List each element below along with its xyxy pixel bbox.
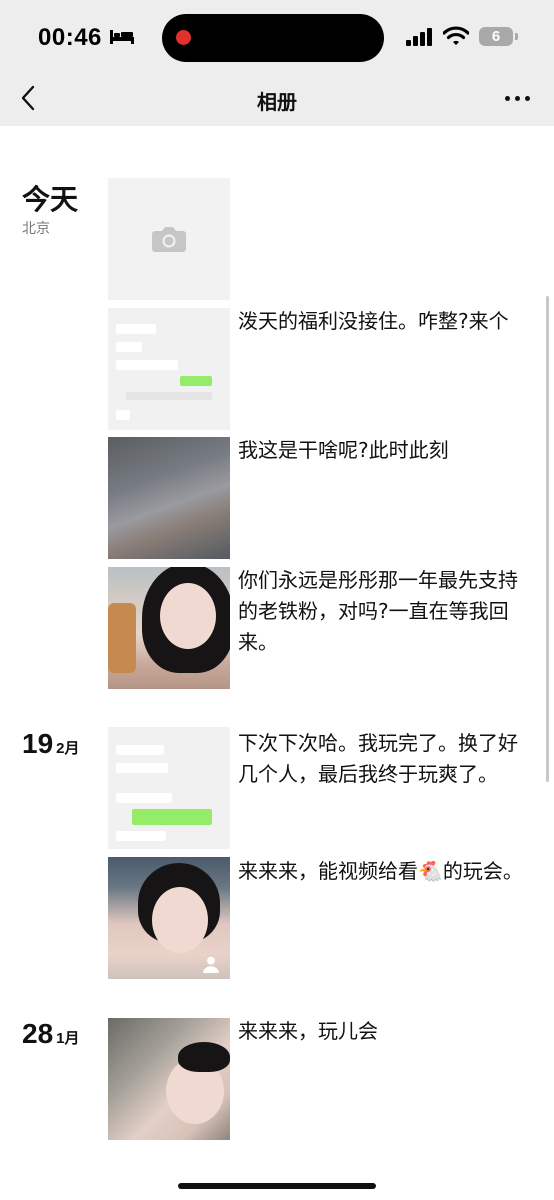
battery-icon: 6	[479, 27, 513, 46]
home-indicator[interactable]	[178, 1183, 376, 1189]
recording-dot-icon	[176, 30, 191, 45]
post-thumbnail-chat-1[interactable]	[108, 308, 230, 430]
date-label-feb-19: 19 2月	[22, 728, 80, 759]
post-thumbnail-camera[interactable]	[108, 178, 230, 300]
status-time: 00:46	[38, 24, 102, 51]
post-thumbnail-selfie-3[interactable]	[108, 1018, 230, 1140]
post-caption: 你们永远是彤彤那一年最先支持的老铁粉，对吗?一直在等我回来。	[238, 568, 518, 654]
scrollbar[interactable]	[546, 296, 549, 782]
signal-icon	[406, 28, 432, 46]
bed-icon	[110, 30, 134, 44]
post-thumbnail-selfie-1[interactable]	[108, 567, 230, 689]
navigation-bar: 相册	[0, 72, 554, 126]
post-caption: 我这是干啥呢?此时此刻	[238, 438, 449, 462]
post-caption: 来来来，能视频给看🐔的玩会。	[238, 859, 523, 883]
status-bar: 00:46 6	[0, 0, 554, 72]
wifi-icon	[443, 26, 469, 45]
location-label: 北京	[22, 221, 50, 237]
header: 00:46 6 相册	[0, 0, 554, 126]
post-thumbnail-chat-2[interactable]	[108, 727, 230, 849]
person-icon	[203, 956, 219, 973]
post-caption: 泼天的福利没接住。咋整?来个	[238, 309, 509, 333]
more-dots-icon[interactable]	[503, 88, 533, 108]
post-thumbnail-blurred-photo[interactable]	[108, 437, 230, 559]
date-label-jan-28: 28 1月	[22, 1018, 80, 1049]
page-title: 相册	[257, 90, 297, 114]
post-caption: 来来来，玩儿会	[238, 1019, 378, 1043]
dynamic-island	[162, 14, 384, 62]
post-caption: 下次下次哈。我玩完了。换了好几个人，最后我终于玩爽了。	[238, 731, 518, 786]
camera-icon	[152, 227, 186, 252]
battery-tip	[515, 33, 518, 40]
post-thumbnail-selfie-2[interactable]	[108, 857, 230, 979]
date-label-today: 今天	[22, 184, 79, 215]
